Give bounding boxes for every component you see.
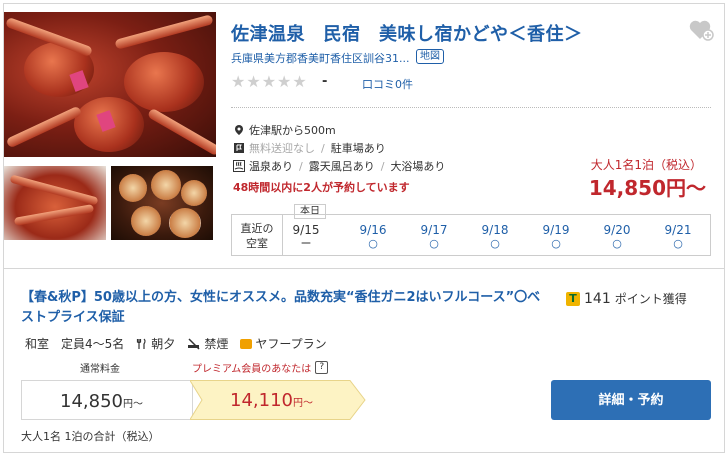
section-divider bbox=[4, 268, 724, 269]
calendar-date[interactable]: 9/21 bbox=[650, 223, 706, 237]
hotel-thumb-meal[interactable] bbox=[111, 166, 213, 240]
calendar-date[interactable]: 9/20 bbox=[589, 223, 645, 237]
hotel-address: 兵庫県美方郡香美町香住区訓谷31... bbox=[231, 52, 410, 65]
hotel-summary: 佐津温泉 民宿 美味し宿かどや＜香住＞ 兵庫県美方郡香美町香住区訓谷31... … bbox=[4, 4, 724, 266]
hotel-card: 佐津温泉 民宿 美味し宿かどや＜香住＞ 兵庫県美方郡香美町香住区訓谷31... … bbox=[3, 3, 725, 453]
divider bbox=[231, 107, 711, 108]
rotenburo-text: 露天風呂あり bbox=[308, 160, 375, 173]
calendar-availability[interactable]: ○ bbox=[589, 237, 645, 251]
feature-onsen: 温泉あり / 露天風呂あり / 大浴場あり bbox=[233, 158, 445, 174]
calendar-availability[interactable]: ○ bbox=[345, 237, 401, 251]
calendar-day[interactable]: 9/20 ○ bbox=[589, 223, 645, 251]
calendar-day[interactable]: 9/17 ○ bbox=[406, 223, 462, 251]
premium-label-text: プレミアム会員のあなたは bbox=[192, 364, 312, 375]
smoking: 禁煙 bbox=[187, 335, 228, 352]
premium-price: 14,110円〜 bbox=[230, 390, 313, 411]
calendar-availability[interactable]: ○ bbox=[528, 237, 584, 251]
points-badge: T 141 ポイント獲得 bbox=[566, 290, 687, 307]
hotel-main-photo[interactable] bbox=[4, 12, 216, 157]
bath-text: 大浴場あり bbox=[390, 160, 446, 173]
calendar-label: 直近の 空室 bbox=[240, 221, 274, 251]
calendar-availability[interactable]: ○ bbox=[467, 237, 523, 251]
separator: / bbox=[380, 159, 385, 173]
yahoo-plan: ヤフープラン bbox=[240, 335, 327, 352]
meals-text: 朝夕 bbox=[151, 337, 176, 351]
feature-parking: 無料送迎なし / 駐車場あり bbox=[233, 140, 386, 156]
regular-price: 14,850円〜 bbox=[60, 391, 143, 412]
price-amount: 14,850円〜 bbox=[588, 176, 706, 200]
price-label: 大人1名1泊（税込） bbox=[590, 158, 702, 172]
detail-reserve-button[interactable]: 詳細・予約 bbox=[551, 380, 711, 420]
hotel-name[interactable]: 佐津温泉 民宿 美味し宿かどや＜香住＞ bbox=[231, 20, 583, 46]
onsen-text: 温泉あり bbox=[249, 160, 293, 173]
points-value: 141 bbox=[584, 290, 611, 307]
total-note: 大人1名 1泊の合計（税込） bbox=[21, 430, 160, 443]
hotel-thumb-crab[interactable] bbox=[4, 166, 106, 240]
onsen-icon bbox=[233, 160, 245, 172]
premium-price-label: プレミアム会員のあなたは ? bbox=[192, 360, 329, 375]
calendar-day: 9/15 ー bbox=[278, 223, 334, 251]
capacity: 定員4〜5名 bbox=[61, 337, 125, 351]
booking-urgency: 48時間以内に2人が予約しています bbox=[233, 181, 410, 194]
regular-price-label: 通常料金 bbox=[80, 364, 120, 375]
t-point-icon: T bbox=[566, 291, 580, 306]
calendar-label-line1: 直近の bbox=[240, 222, 274, 235]
meals: 朝夕 bbox=[136, 335, 175, 352]
premium-price-unit: 円〜 bbox=[292, 398, 313, 409]
calendar-availability[interactable]: ○ bbox=[650, 237, 706, 251]
calendar-date[interactable]: 9/19 bbox=[528, 223, 584, 237]
yahoo-plan-text: ヤフープラン bbox=[255, 337, 327, 351]
rating-value: - bbox=[322, 74, 328, 89]
rating-stars: ★★★★★ bbox=[231, 72, 308, 91]
points-suffix: ポイント獲得 bbox=[614, 292, 687, 306]
favorite-heart-icon[interactable] bbox=[688, 18, 714, 42]
smoking-text: 禁煙 bbox=[204, 337, 229, 351]
flag-icon bbox=[234, 143, 244, 153]
fork-knife-icon bbox=[137, 338, 146, 349]
plan-title[interactable]: 【春&秋P】50歳以上の方、女性にオススメ。品数充実“香住ガニ2はいフルコース”… bbox=[21, 288, 541, 328]
map-link[interactable]: 地図 bbox=[416, 49, 444, 64]
no-smoking-icon bbox=[188, 337, 200, 350]
calendar-date[interactable]: 9/16 bbox=[345, 223, 401, 237]
separator: / bbox=[321, 141, 325, 155]
calendar-day[interactable]: 9/18 ○ bbox=[467, 223, 523, 251]
calendar-date[interactable]: 9/17 bbox=[406, 223, 462, 237]
bag-icon bbox=[240, 338, 253, 349]
room-type: 和室 bbox=[25, 337, 50, 351]
calendar-date: 9/15 bbox=[292, 223, 320, 237]
availability-calendar: 直近の 空室 9/15 ー 9/16 ○ 9/17 ○ 9/18 ○ 9/19 bbox=[231, 214, 711, 256]
calendar-label-line2: 空室 bbox=[246, 237, 268, 250]
pickup-text: 無料送迎なし bbox=[249, 142, 315, 155]
regular-price-unit: 円〜 bbox=[122, 399, 143, 410]
location-pin-icon bbox=[235, 125, 243, 135]
help-icon[interactable]: ? bbox=[315, 361, 329, 374]
parking-text: 駐車場あり bbox=[330, 142, 386, 155]
plan-meta: 和室 定員4〜5名 朝夕 禁煙 ヤフープラン bbox=[25, 335, 327, 352]
separator: / bbox=[299, 159, 303, 173]
calendar-availability: ー bbox=[300, 237, 312, 250]
calendar-day[interactable]: 9/19 ○ bbox=[528, 223, 584, 251]
premium-price-box: 14,110円〜 bbox=[190, 380, 366, 420]
access-text: 佐津駅から500m bbox=[249, 124, 336, 137]
feature-access: 佐津駅から500m bbox=[233, 122, 336, 138]
calendar-day[interactable]: 9/16 ○ bbox=[345, 223, 401, 251]
premium-price-value: 14,110 bbox=[230, 390, 293, 411]
reviews-link[interactable]: 口コミ0件 bbox=[362, 76, 413, 92]
calendar-date[interactable]: 9/18 bbox=[467, 223, 523, 237]
regular-price-value: 14,850 bbox=[60, 391, 123, 412]
calendar-availability[interactable]: ○ bbox=[406, 237, 462, 251]
calendar-day[interactable]: 9/21 ○ bbox=[650, 223, 706, 251]
regular-price-box: 14,850円〜 bbox=[21, 380, 193, 420]
